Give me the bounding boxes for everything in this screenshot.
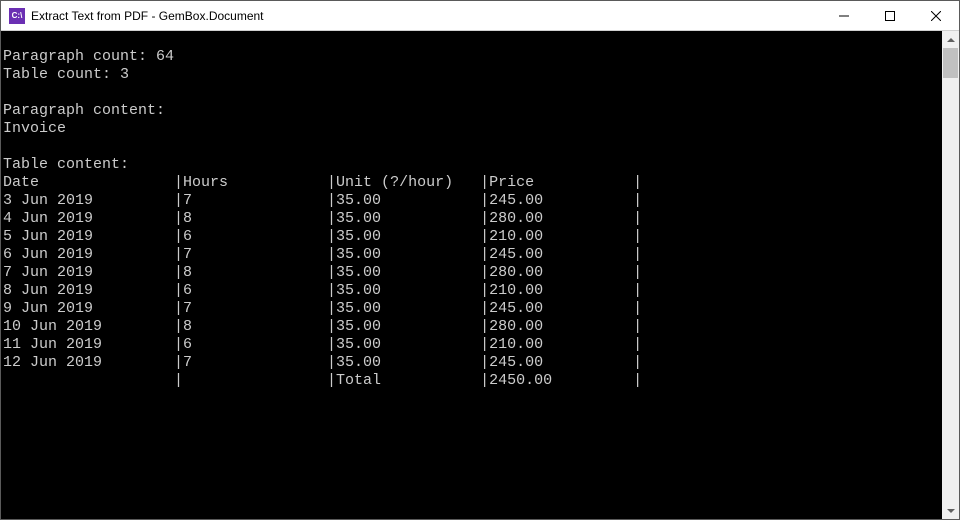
scroll-down-arrow[interactable] xyxy=(942,502,959,519)
maximize-button[interactable] xyxy=(867,1,913,31)
app-icon: C:\ xyxy=(9,8,25,24)
minimize-button[interactable] xyxy=(821,1,867,31)
window-title: Extract Text from PDF - GemBox.Document xyxy=(31,9,264,23)
console-output: Paragraph count: 64 Table count: 3 Parag… xyxy=(1,46,942,504)
close-button[interactable] xyxy=(913,1,959,31)
client-area: Paragraph count: 64 Table count: 3 Parag… xyxy=(1,31,959,519)
scroll-thumb[interactable] xyxy=(943,48,958,78)
app-window: C:\ Extract Text from PDF - GemBox.Docum… xyxy=(0,0,960,520)
titlebar[interactable]: C:\ Extract Text from PDF - GemBox.Docum… xyxy=(1,1,959,31)
vertical-scrollbar[interactable] xyxy=(942,31,959,519)
scroll-up-arrow[interactable] xyxy=(942,31,959,48)
